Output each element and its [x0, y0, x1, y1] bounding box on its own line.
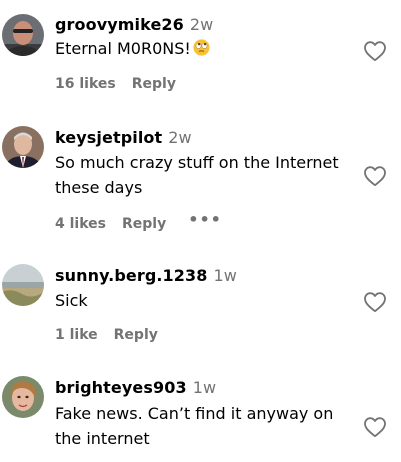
username[interactable]: sunny.berg.1238 1w: [55, 266, 237, 285]
reply-button[interactable]: Reply: [132, 76, 176, 92]
comment-age: 2w: [168, 128, 192, 147]
comment-text: Sick: [55, 291, 88, 310]
avatar[interactable]: [2, 126, 44, 168]
comment-text: So much crazy stuff on the Internet thes…: [55, 153, 339, 197]
comment-text: Fake news. Can’t find it anyway on the i…: [55, 404, 334, 448]
username-text[interactable]: brighteyes903: [55, 378, 187, 397]
comment-age: 1w: [192, 378, 217, 397]
username-text[interactable]: sunny.berg.1238: [55, 266, 208, 285]
comment-text: Eternal M0R0NS!: [55, 36, 355, 61]
username[interactable]: brighteyes903 1w: [55, 378, 216, 397]
heart-outline-icon[interactable]: [363, 416, 387, 438]
likes-count[interactable]: 1 like: [55, 327, 98, 343]
rolling-eyes-face-icon: [193, 39, 210, 56]
avatar[interactable]: [2, 264, 44, 306]
reply-button[interactable]: Reply: [114, 327, 158, 343]
more-options-icon[interactable]: •••: [188, 210, 222, 229]
username[interactable]: groovymike26 2w: [55, 15, 213, 34]
comment-meta: 16 likes Reply: [55, 76, 176, 92]
reply-button[interactable]: Reply: [122, 216, 166, 232]
comment-meta: 1 like Reply: [55, 327, 158, 343]
username-text[interactable]: keysjetpilot: [55, 128, 162, 147]
username-text[interactable]: groovymike26: [55, 15, 184, 34]
comment-body: Eternal M0R0NS!: [55, 39, 191, 58]
heart-outline-icon[interactable]: [363, 291, 387, 313]
username[interactable]: keysjetpilot 2w: [55, 128, 192, 147]
heart-outline-icon[interactable]: [363, 165, 387, 187]
comment-age: 1w: [213, 266, 237, 285]
avatar[interactable]: [2, 376, 44, 418]
avatar[interactable]: [2, 14, 44, 56]
comment-meta: 4 likes Reply •••: [55, 210, 222, 232]
comment-age: 2w: [189, 15, 214, 34]
likes-count[interactable]: 16 likes: [55, 76, 116, 92]
likes-count[interactable]: 4 likes: [55, 216, 106, 232]
heart-outline-icon[interactable]: [363, 40, 387, 62]
